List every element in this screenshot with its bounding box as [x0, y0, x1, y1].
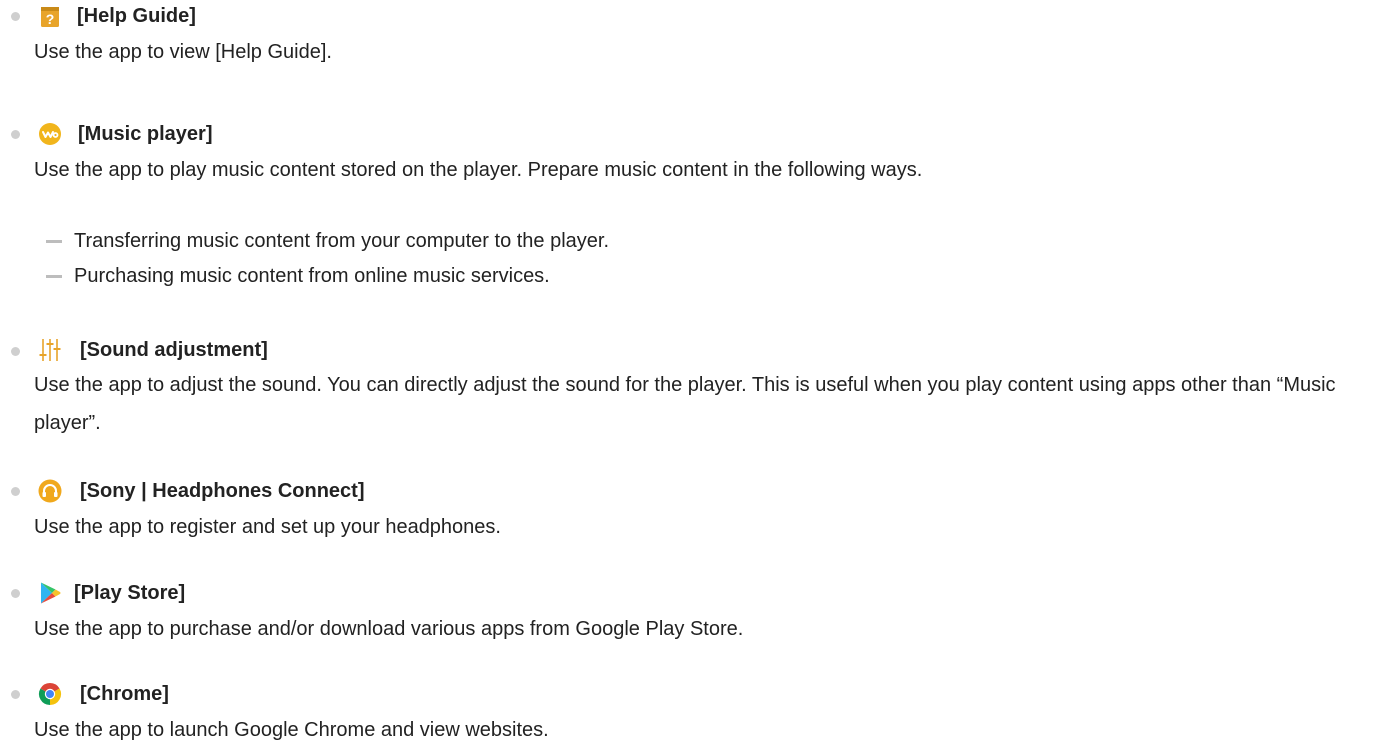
bullet: [11, 487, 20, 496]
bullet: [11, 690, 20, 699]
item-title: [Sound adjustment]: [80, 339, 268, 361]
bullet: [11, 12, 20, 21]
item-title: [Play Store]: [74, 582, 186, 604]
item-description: Use the app to launch Google Chrome and …: [34, 719, 549, 741]
sound-adjustment-icon: [38, 338, 62, 362]
item-title: [Help Guide]: [77, 5, 196, 27]
bullet: [11, 589, 20, 598]
item-description: Use the app to register and set up your …: [34, 516, 501, 538]
headphones-connect-icon: [38, 479, 62, 503]
play-store-icon: [38, 581, 62, 605]
item-description: Use the app to play music content stored…: [34, 159, 923, 181]
dash-bullet: [46, 240, 62, 243]
music-player-icon: [38, 122, 62, 146]
item-title: [Chrome]: [80, 683, 169, 705]
bullet: [11, 347, 20, 356]
item-description: Use the app to adjust the sound. You can…: [34, 374, 1336, 434]
help-guide-icon: ?: [38, 4, 62, 28]
item-title: [Music player]: [78, 123, 213, 145]
item-description: Use the app to view [Help Guide].: [34, 41, 332, 63]
sub-item-text: Transferring music content from your com…: [74, 230, 610, 252]
dash-bullet: [46, 275, 62, 278]
item-title: [Sony | Headphones Connect]: [80, 480, 365, 502]
chrome-icon: [38, 682, 62, 706]
item-description: Use the app to purchase and/or download …: [34, 618, 744, 640]
bullet: [11, 130, 20, 139]
svg-text:?: ?: [46, 11, 55, 27]
sub-item-text: Purchasing music content from online mus…: [74, 265, 550, 287]
